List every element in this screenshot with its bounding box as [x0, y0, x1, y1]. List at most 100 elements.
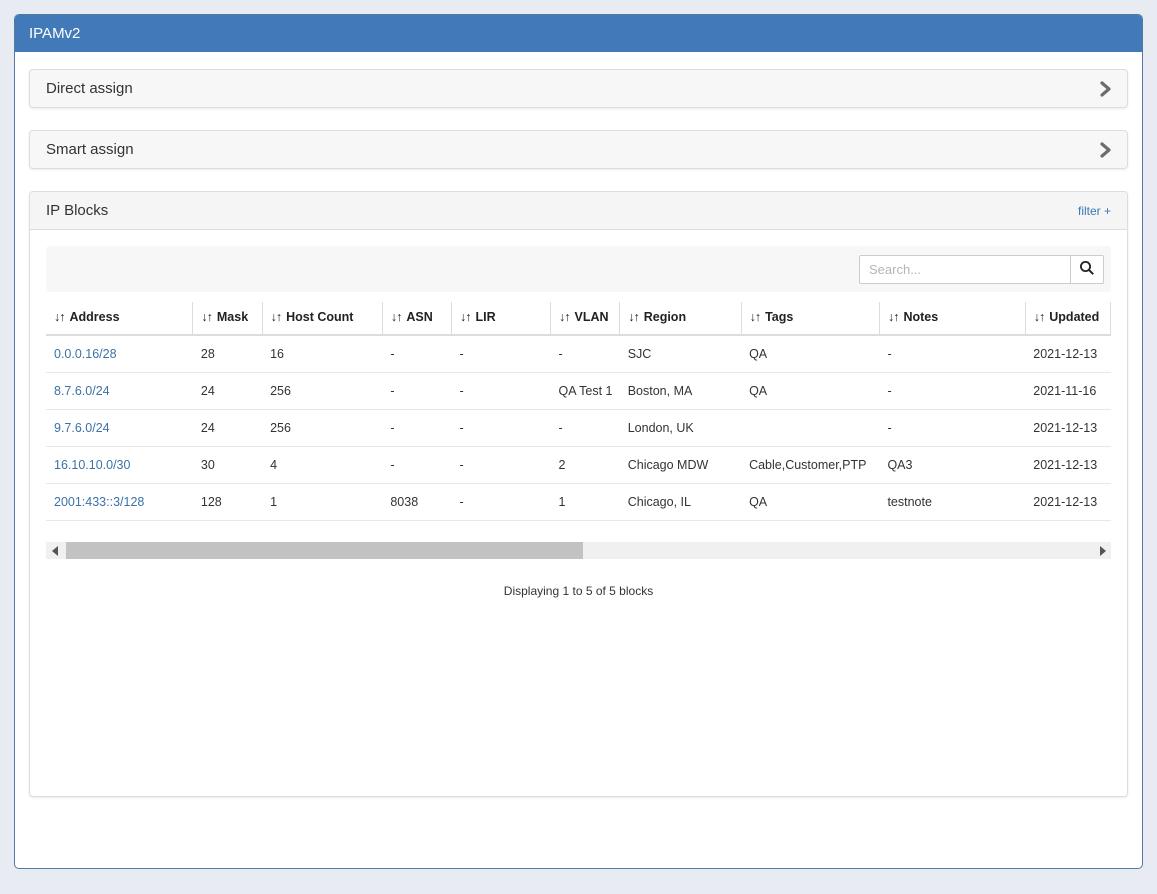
column-header-mask[interactable]: ↓↑ Mask — [193, 302, 262, 335]
cell-vlan: - — [551, 335, 620, 373]
column-header-lir[interactable]: ↓↑LIR — [452, 302, 551, 335]
column-label: Host Count — [286, 310, 353, 324]
cell-lir: - — [452, 447, 551, 484]
column-header-tags[interactable]: ↓↑Tags — [741, 302, 879, 335]
scroll-left-button[interactable] — [46, 542, 63, 559]
ip-blocks-panel: IP Blocks filter + — [29, 191, 1128, 797]
column-header-notes[interactable]: ↓↑ Notes — [879, 302, 1025, 335]
cell-asn: - — [382, 410, 451, 447]
cell-region: SJC — [620, 335, 741, 373]
sort-icon: ↓↑ — [559, 310, 570, 324]
ip-blocks-table: ↓↑Address↓↑Mask↓↑Host Count↓↑ASN↓↑LIR↓↑V… — [46, 302, 1111, 521]
direct-assign-panel[interactable]: Direct assign — [29, 69, 1128, 108]
cell-tags — [741, 410, 879, 447]
ip-blocks-title: IP Blocks — [46, 202, 108, 219]
cell-region: Chicago, IL — [620, 484, 741, 521]
column-header-asn[interactable]: ↓↑ ASN — [382, 302, 451, 335]
cell-region: Boston, MA — [620, 373, 741, 410]
cell-host-count: 1 — [262, 484, 382, 521]
triangle-left-icon — [52, 546, 58, 556]
address-cell: 2001:433::3/128 — [46, 484, 193, 521]
table-row: 2001:433::3/12812818038-1Chicago, ILQAte… — [46, 484, 1111, 521]
column-label: Address — [70, 310, 120, 324]
sort-icon: ↓↑ — [628, 310, 639, 324]
cell-vlan: QA Test 1 — [551, 373, 620, 410]
sort-icon: ↓↑ — [460, 310, 471, 324]
cell-vlan: - — [551, 410, 620, 447]
smart-assign-label: Smart assign — [46, 141, 134, 158]
cell-tags: QA — [741, 373, 879, 410]
cell-notes: QA3 — [879, 447, 1025, 484]
column-label: Mask — [217, 310, 248, 324]
address-link[interactable]: 2001:433::3/128 — [54, 495, 144, 509]
cell-updated: 2021-12-13 — [1025, 335, 1110, 373]
table-header-row: ↓↑Address↓↑Mask↓↑Host Count↓↑ASN↓↑LIR↓↑V… — [46, 302, 1111, 335]
search-input[interactable] — [859, 255, 1071, 284]
cell-updated: 2021-11-16 — [1025, 373, 1110, 410]
chevron-right-icon — [1099, 142, 1111, 158]
app-title: IPAMv2 — [29, 25, 80, 42]
sort-icon: ↓↑ — [54, 310, 65, 324]
cell-mask: 30 — [193, 447, 262, 484]
sort-icon: ↓↑ — [391, 310, 402, 324]
address-cell: 16.10.10.0/30 — [46, 447, 193, 484]
ip-blocks-header: IP Blocks filter + — [30, 192, 1127, 230]
cell-host-count: 256 — [262, 410, 382, 447]
cell-asn: - — [382, 447, 451, 484]
address-cell: 0.0.0.16/28 — [46, 335, 193, 373]
cell-notes: - — [879, 335, 1025, 373]
sort-icon: ↓↑ — [271, 310, 282, 324]
app-title-bar: IPAMv2 — [15, 15, 1142, 52]
horizontal-scrollbar[interactable] — [46, 542, 1111, 559]
sort-icon: ↓↑ — [888, 310, 899, 324]
sort-icon: ↓↑ — [201, 310, 212, 324]
direct-assign-label: Direct assign — [46, 80, 133, 97]
cell-lir: - — [452, 484, 551, 521]
cell-lir: - — [452, 335, 551, 373]
filter-toggle-link[interactable]: filter + — [1078, 204, 1111, 218]
cell-asn: 8038 — [382, 484, 451, 521]
search-group — [859, 255, 1104, 284]
column-label: Updated — [1049, 310, 1099, 324]
column-header-address[interactable]: ↓↑ Address — [46, 302, 193, 335]
cell-updated: 2021-12-13 — [1025, 484, 1110, 521]
smart-assign-panel[interactable]: Smart assign — [29, 130, 1128, 169]
column-header-updated[interactable]: ↓↑Updated — [1025, 302, 1110, 335]
table-row: 9.7.6.0/2424256---London, UK-2021-12-13 — [46, 410, 1111, 447]
cell-mask: 24 — [193, 373, 262, 410]
cell-host-count: 4 — [262, 447, 382, 484]
cell-lir: - — [452, 373, 551, 410]
cell-tags: QA — [741, 484, 879, 521]
table-row: 16.10.10.0/30304--2Chicago MDWCable,Cust… — [46, 447, 1111, 484]
address-cell: 9.7.6.0/24 — [46, 410, 193, 447]
scrollbar-thumb[interactable] — [66, 542, 583, 559]
column-label: VLAN — [575, 310, 609, 324]
cell-asn: - — [382, 335, 451, 373]
column-label: Region — [644, 310, 686, 324]
table-row: 0.0.0.16/282816---SJCQA-2021-12-13 — [46, 335, 1111, 373]
cell-vlan: 2 — [551, 447, 620, 484]
scroll-right-button[interactable] — [1094, 542, 1111, 559]
cell-host-count: 256 — [262, 373, 382, 410]
column-header-vlan[interactable]: ↓↑ VLAN — [551, 302, 620, 335]
cell-updated: 2021-12-13 — [1025, 410, 1110, 447]
search-button[interactable] — [1070, 255, 1104, 284]
table-toolbar — [46, 246, 1111, 292]
cell-mask: 128 — [193, 484, 262, 521]
address-link[interactable]: 8.7.6.0/24 — [54, 384, 110, 398]
address-link[interactable]: 9.7.6.0/24 — [54, 421, 110, 435]
sort-icon: ↓↑ — [750, 310, 761, 324]
table-status-text: Displaying 1 to 5 of 5 blocks — [46, 584, 1111, 598]
address-link[interactable]: 0.0.0.16/28 — [54, 347, 117, 361]
column-label: Notes — [903, 310, 938, 324]
cell-lir: - — [452, 410, 551, 447]
ip-blocks-body: ↓↑Address↓↑Mask↓↑Host Count↓↑ASN↓↑LIR↓↑V… — [30, 230, 1127, 796]
content-area: Direct assign Smart assign IP Blocks fil… — [15, 52, 1142, 797]
column-label: ASN — [406, 310, 432, 324]
main-card: IPAMv2 Direct assign Smart assign IP Blo… — [14, 14, 1143, 869]
cell-tags: Cable,Customer,PTP — [741, 447, 879, 484]
address-link[interactable]: 16.10.10.0/30 — [54, 458, 130, 472]
column-header-host-count[interactable]: ↓↑ Host Count — [262, 302, 382, 335]
cell-mask: 24 — [193, 410, 262, 447]
column-header-region[interactable]: ↓↑ Region — [620, 302, 741, 335]
